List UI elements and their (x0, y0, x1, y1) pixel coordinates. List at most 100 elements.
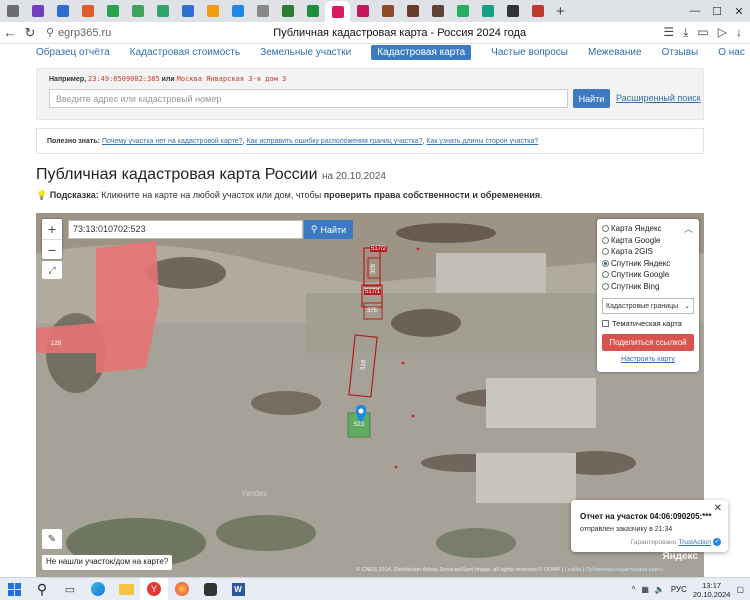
reload-icon[interactable]: ↻ (20, 25, 40, 41)
site-nav-item[interactable]: Межевание (588, 47, 642, 58)
browser-tab[interactable] (450, 1, 475, 21)
site-nav-item[interactable]: Кадастровая стоимость (130, 47, 240, 58)
task-view-icon[interactable]: ▭ (56, 578, 84, 600)
maximize-icon[interactable]: ☐ (706, 0, 728, 22)
advanced-search-link[interactable]: Расширенный поиск (616, 93, 701, 103)
zoom-out-button[interactable]: − (42, 239, 62, 259)
browser-tab[interactable] (25, 1, 50, 21)
browser-tab[interactable] (100, 1, 125, 21)
boundary-select[interactable]: Кадастровые границы ⌄ (602, 298, 694, 314)
browser-tab[interactable] (300, 1, 325, 21)
browser-tab[interactable] (400, 1, 425, 21)
play-icon[interactable]: ▷ (718, 25, 727, 40)
browser-tab[interactable] (250, 1, 275, 21)
word-icon[interactable]: W (224, 578, 252, 600)
download-icon[interactable]: ⤓ (683, 25, 688, 40)
layer-radio[interactable] (602, 282, 609, 290)
zoom-in-button[interactable]: + (42, 219, 62, 239)
url-field[interactable]: ⚲ egrp365.ru (46, 26, 136, 40)
browser-tab[interactable] (525, 1, 550, 21)
download-arrow-icon[interactable]: ↓ (736, 25, 742, 40)
clock[interactable]: 13:17 20.10.2024 (693, 581, 731, 599)
tab-favicon-icon (81, 5, 94, 17)
close-window-icon[interactable]: ✕ (728, 0, 750, 22)
address-search-input[interactable]: Введите адрес или кадастровый номер (49, 89, 568, 108)
site-nav-item[interactable]: Образец отчёта (36, 47, 110, 58)
layer-radio[interactable] (602, 259, 609, 267)
browser-tab[interactable] (0, 1, 25, 21)
back-icon[interactable]: ← (0, 25, 20, 40)
browser-tab[interactable] (50, 1, 75, 21)
useful-link-2[interactable]: Как исправить ошибку расположения границ… (246, 138, 422, 145)
browser-tab[interactable] (125, 1, 150, 21)
volume-icon[interactable]: 🔈 (655, 585, 665, 594)
leaflet-link[interactable]: Leaflet (565, 567, 582, 573)
share-link-button[interactable]: Поделиться ссылкой (602, 334, 694, 351)
layer-radio[interactable] (602, 225, 609, 233)
pencil-icon[interactable]: ✎ (42, 529, 62, 549)
bulb-icon: 💡 (36, 190, 48, 200)
layer-radio[interactable] (602, 236, 609, 244)
cadastral-number-input[interactable]: 73:13:010702:523 (68, 220, 303, 239)
taskbar: ⚲ ▭ Y W ^ ▦ 🔈 РУС 13:17 20.10.2024 ▢ (0, 577, 750, 600)
browser-tab[interactable] (325, 1, 350, 22)
setup-map-link[interactable]: Настроить карту (602, 356, 694, 363)
layer-radio[interactable] (602, 271, 609, 279)
yandex-browser-icon[interactable]: Y (140, 577, 168, 600)
fullscreen-icon[interactable]: ⤢ (42, 261, 62, 279)
useful-link-3[interactable]: Как узнать длины сторон участка? (426, 138, 538, 145)
attribution-link[interactable]: Публичная кадастровая карта (586, 567, 663, 573)
browser-tab[interactable] (350, 1, 375, 21)
browser-tab[interactable] (500, 1, 525, 21)
useful-link-1[interactable]: Почему участка нет на кадастровой карте? (102, 138, 243, 145)
layer-option[interactable]: Карта Яндекс (602, 223, 694, 235)
layer-option[interactable]: Спутник Яндекс (602, 258, 694, 270)
thematic-checkbox[interactable] (602, 320, 609, 327)
edge-icon[interactable] (84, 578, 112, 600)
tab-favicon-icon (231, 5, 244, 17)
layer-option[interactable]: Спутник Google (602, 269, 694, 281)
site-nav-item[interactable]: О нас (718, 47, 745, 58)
language-indicator[interactable]: РУС (671, 585, 687, 594)
site-nav-item[interactable]: Земельные участки (260, 47, 351, 58)
layer-option[interactable]: Карта Google (602, 235, 694, 247)
close-icon[interactable]: ✕ (714, 503, 722, 514)
bookmark-icon[interactable]: ☰ (663, 25, 674, 40)
browser-tab[interactable] (375, 1, 400, 21)
browser-tab[interactable] (275, 1, 300, 21)
address-bar: ← ↻ ⚲ egrp365.ru Публичная кадастровая к… (0, 22, 750, 44)
layer-option[interactable]: Спутник Bing (602, 281, 694, 293)
browser-tab[interactable] (225, 1, 250, 21)
browser-tab[interactable] (150, 1, 175, 21)
chevron-up-icon[interactable]: ︿ (684, 222, 693, 235)
dark-app-icon[interactable] (196, 578, 224, 600)
parcel-label: 309 (371, 263, 378, 275)
firefox-icon[interactable] (168, 578, 196, 600)
trustaction-link[interactable]: TrustAction (678, 539, 711, 546)
network-icon[interactable]: ▦ (641, 585, 649, 594)
trust-badge: Гарантировано TrustAction ✓ (630, 538, 721, 546)
chevron-up-tray-icon[interactable]: ^ (632, 585, 636, 594)
search-button[interactable]: Найти (573, 89, 610, 108)
site-info-icon[interactable]: ⚲ (46, 26, 54, 39)
minimize-icon[interactable]: — (684, 0, 706, 22)
site-nav-item[interactable]: Отзывы (662, 47, 699, 58)
site-nav-item[interactable]: Кадастровая карта (371, 44, 472, 60)
browser-tab[interactable] (175, 1, 200, 21)
folder-icon[interactable] (112, 578, 140, 600)
site-nav-item[interactable]: Частые вопросы (491, 47, 568, 58)
browser-tab[interactable] (75, 1, 100, 21)
browser-tab[interactable] (425, 1, 450, 21)
windows-start-icon[interactable] (0, 578, 28, 600)
search-taskbar-icon[interactable]: ⚲ (28, 578, 56, 600)
thematic-map-toggle[interactable]: Тематическая карта (602, 319, 694, 328)
layer-option[interactable]: Карта 2GIS (602, 246, 694, 258)
reader-icon[interactable]: ▭ (697, 25, 708, 40)
layer-radio[interactable] (602, 248, 609, 256)
cadastral-search-button[interactable]: ⚲ Найти (304, 220, 353, 239)
browser-tab[interactable] (200, 1, 225, 21)
notification-icon[interactable]: ▢ (736, 585, 744, 594)
new-tab-icon[interactable]: + (556, 3, 565, 20)
browser-tab[interactable] (475, 1, 500, 21)
not-found-button[interactable]: Не нашли участок/дом на карте? (42, 555, 173, 570)
